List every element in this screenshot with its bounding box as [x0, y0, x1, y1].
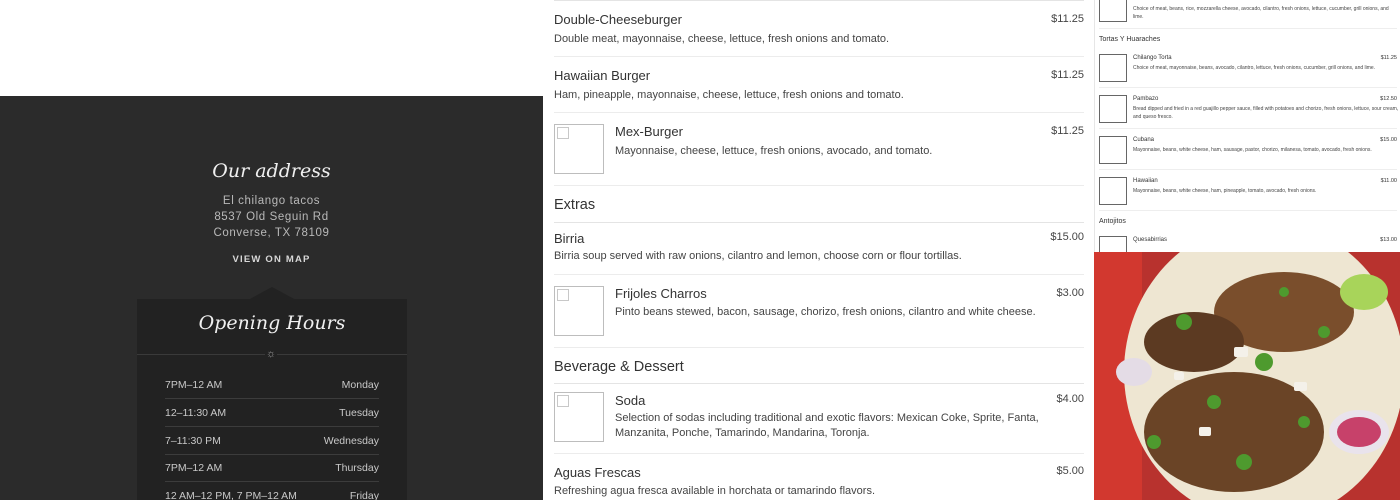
address-title: Our address: [212, 160, 331, 182]
side-item-name: Chilango Torta: [1133, 55, 1172, 61]
side-item-price: $11.25: [1380, 55, 1397, 61]
menu-item[interactable]: Frijoles Charros $3.00 Pinto beans stewe…: [554, 275, 1084, 348]
address-street: 8537 Old Seguin Rd: [214, 211, 329, 223]
section-title-extras: Extras: [554, 197, 596, 213]
menu-item-name: Aguas Frescas: [554, 465, 641, 480]
side-item-price: $12.50: [1380, 96, 1397, 102]
address-name: El chilango tacos: [222, 195, 321, 207]
side-item-name: Quesabirrias: [1133, 237, 1168, 243]
side-item-description: Choice of meat, mayonnaise, beans, avoca…: [1133, 65, 1376, 71]
side-item-image: [1099, 0, 1127, 22]
section-title-beverage: Beverage & Dessert: [554, 359, 684, 375]
side-section-title-tortas: Tortas Y Huaraches: [1099, 36, 1161, 43]
side-item-name: Hawaiian: [1133, 178, 1158, 184]
menu-item-name: Birria: [554, 231, 585, 246]
side-item-image: [1099, 54, 1127, 82]
hours-row: 7PM–12 AM Monday: [165, 371, 379, 399]
hours-time: 7–11:30 PM: [165, 435, 221, 447]
menu-item-name: Hawaiian Burger: [554, 68, 651, 83]
menu-item-image: [554, 286, 604, 336]
side-item-name: Cubana: [1133, 137, 1155, 143]
menu-item-description: Refreshing agua fresca available in horc…: [554, 485, 876, 497]
side-item-image: [1099, 177, 1127, 205]
menu-item[interactable]: Aguas Frescas $5.00 Refreshing agua fres…: [554, 454, 1084, 500]
menu-main-column: Double-Cheeseburger $11.25 Double meat, …: [543, 0, 1094, 500]
menu-item-description: Ham, pineapple, mayonnaise, cheese, lett…: [554, 89, 904, 101]
menu-item-name: Soda: [615, 393, 646, 408]
side-menu-item[interactable]: Quesabirrias $13.00: [1099, 230, 1397, 264]
menu-item-description: Double meat, mayonnaise, cheese, lettuce…: [554, 33, 890, 45]
menu-item-price: $15.00: [1050, 231, 1084, 243]
hours-time: 12 AM–12 PM, 7 PM–12 AM: [165, 490, 297, 500]
view-on-map-link[interactable]: VIEW ON MAP: [0, 254, 543, 265]
side-item-description: Mayonnaise, beans, white cheese, ham, sa…: [1133, 147, 1372, 153]
hours-day: Tuesday: [339, 407, 379, 419]
menu-item-name: Double-Cheeseburger: [554, 12, 682, 27]
side-menu-item[interactable]: Pambazo $12.50 Bread dipped and fried in…: [1099, 88, 1399, 129]
side-menu-item[interactable]: Hawaiian $11.00 Mayonnaise, beans, white…: [1099, 170, 1397, 211]
side-menu-item[interactable]: Chilango Torta $11.25 Choice of meat, ma…: [1099, 48, 1397, 88]
hours-day: Monday: [341, 379, 379, 391]
menu-item-description: Mayonnaise, cheese, lettuce, fresh onion…: [615, 145, 933, 157]
sun-icon: ☼: [265, 348, 277, 360]
address-city: Converse, TX 78109: [213, 227, 330, 239]
side-item-description: Choice of meat, beans, rice, mozzarella …: [1133, 6, 1389, 20]
hours-day: Wednesday: [323, 435, 379, 447]
page: Our address El chilango tacos 8537 Old S…: [0, 0, 1400, 500]
side-section-title-antojitos: Antojitos: [1099, 218, 1126, 225]
menu-item-price: $11.25: [1051, 125, 1084, 137]
menu-item-name: Frijoles Charros: [615, 286, 707, 301]
hours-day: Friday: [349, 490, 379, 500]
side-item-price: $13.00: [1380, 237, 1397, 243]
menu-item-price: $5.00: [1056, 465, 1084, 477]
opening-hours-title: Opening Hours: [198, 312, 346, 334]
side-item-description: Bread dipped and fried in a red guajillo…: [1133, 106, 1399, 120]
hours-row: 12 AM–12 PM, 7 PM–12 AM Friday: [165, 482, 379, 500]
menu-item-price: $4.00: [1056, 393, 1084, 405]
side-item-description: Mayonnaise, beans, white cheese, ham, pi…: [1133, 188, 1317, 194]
hours-row: 12–11:30 AM Tuesday: [165, 399, 379, 427]
menu-item[interactable]: Mex-Burger $11.25 Mayonnaise, cheese, le…: [554, 113, 1084, 186]
side-menu-item[interactable]: Cubana $15.00 Mayonnaise, beans, white c…: [1099, 129, 1397, 170]
menu-item-price: $11.25: [1051, 69, 1084, 81]
hours-time: 12–11:30 AM: [165, 407, 227, 419]
menu-item-name: Mex-Burger: [615, 124, 683, 139]
side-item-name: Pambazo: [1133, 96, 1159, 102]
hours-row: 7–11:30 PM Wednesday: [165, 427, 379, 455]
menu-item-image: [554, 392, 604, 442]
left-top-blank: [0, 0, 543, 96]
hours-time: 7PM–12 AM: [165, 379, 223, 391]
hours-time: 7PM–12 AM: [165, 462, 223, 474]
side-item-price: $15.00: [1380, 137, 1397, 143]
menu-item-description: Pinto beans stewed, bacon, sausage, chor…: [615, 306, 1036, 318]
menu-item-description: Selection of sodas including traditional…: [615, 412, 1039, 439]
menu-item[interactable]: Hawaiian Burger $11.25 Ham, pineapple, m…: [554, 57, 1084, 113]
tacos-photo: [1094, 252, 1400, 500]
menu-item[interactable]: Double-Cheeseburger $11.25 Double meat, …: [554, 1, 1084, 57]
menu-item[interactable]: Birria $15.00 Birria soup served with ra…: [554, 223, 1084, 275]
menu-item-price: $3.00: [1056, 287, 1084, 299]
side-item-image: [1099, 136, 1127, 164]
side-item-price: $11.00: [1380, 178, 1397, 184]
side-item-image: [1099, 95, 1127, 123]
menu-item-image: [554, 124, 604, 174]
menu-item-description: Birria soup served with raw onions, cila…: [554, 250, 962, 262]
hours-row: 7PM–12 AM Thursday: [165, 454, 379, 482]
hours-day: Thursday: [335, 462, 379, 474]
side-menu-item[interactable]: Choice of meat, beans, rice, mozzarella …: [1099, 0, 1397, 29]
menu-item[interactable]: Soda $4.00 Selection of sodas including …: [554, 384, 1084, 454]
menu-item-price: $11.25: [1051, 13, 1084, 25]
